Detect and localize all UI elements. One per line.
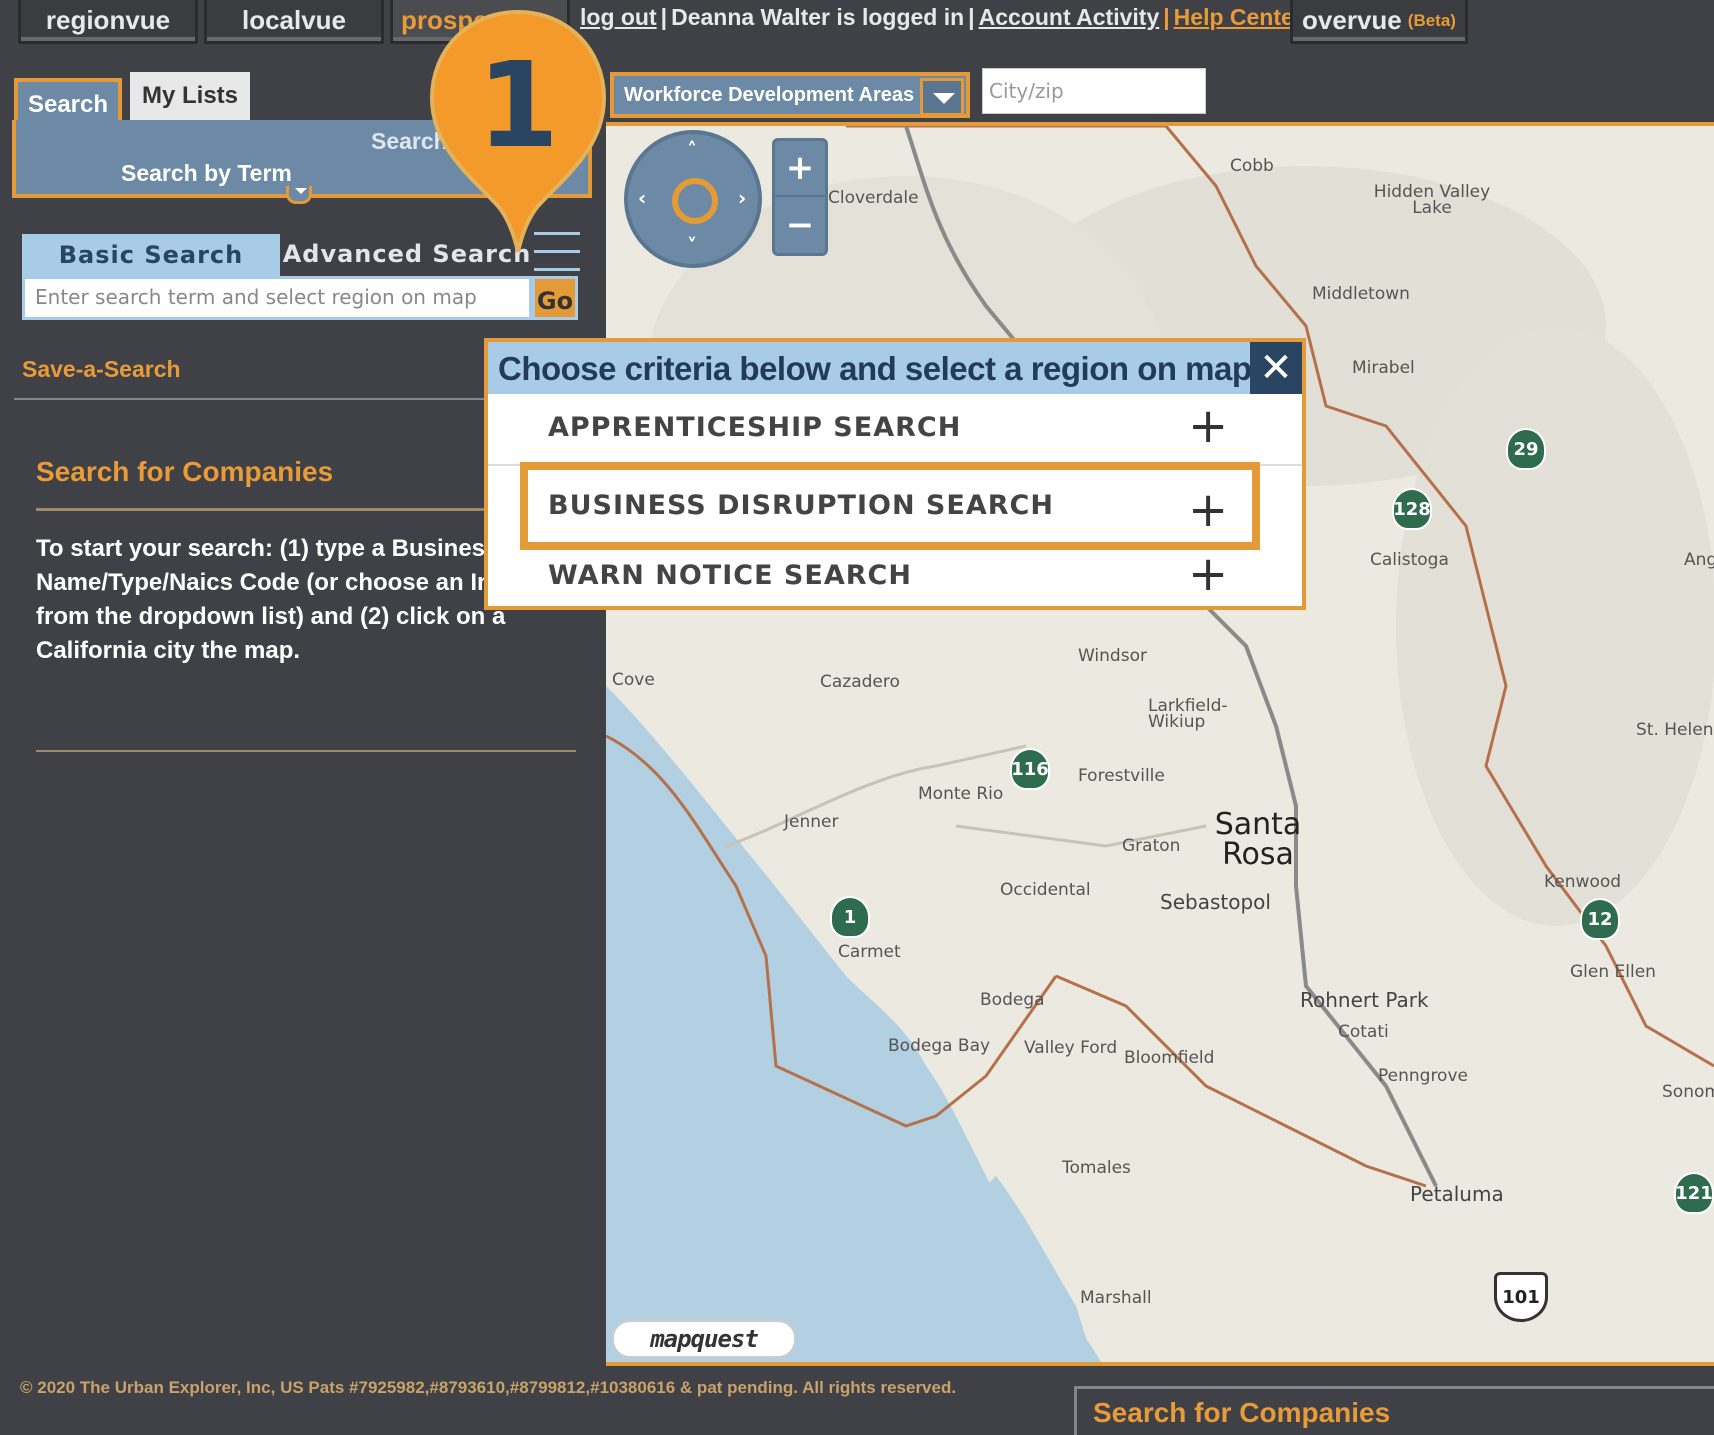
place-label: Petaluma bbox=[1410, 1182, 1504, 1206]
go-button[interactable]: Go bbox=[532, 276, 578, 320]
tab-basic-search[interactable]: Basic Search bbox=[22, 234, 280, 276]
warn-notice-search-row[interactable]: WARN NOTICE SEARCH + bbox=[488, 542, 1302, 614]
save-a-search-link[interactable]: Save-a-Search bbox=[22, 356, 181, 383]
place-label: Bodega bbox=[980, 990, 1045, 1010]
place-label: Mirabel bbox=[1352, 358, 1415, 378]
plus-icon[interactable]: + bbox=[1188, 546, 1228, 602]
mapquest-logo[interactable]: mapquest bbox=[612, 1320, 796, 1358]
place-label: Monte Rio bbox=[918, 784, 1004, 804]
step-marker-icon: 1 bbox=[428, 6, 608, 256]
pan-control[interactable]: ˄ ˅ ‹ › bbox=[624, 130, 762, 268]
place-label: Cotati bbox=[1338, 1022, 1389, 1042]
place-label: Hidden Valley Lake bbox=[1373, 182, 1491, 218]
place-label: Penngrove bbox=[1378, 1066, 1468, 1086]
divider bbox=[14, 398, 484, 400]
overvue-label: overvue bbox=[1302, 5, 1402, 35]
pan-down-icon[interactable]: ˅ bbox=[687, 234, 697, 258]
place-label: Larkfield-Wikiup bbox=[1148, 696, 1228, 732]
criteria-popup: Choose criteria below and select a regio… bbox=[484, 338, 1306, 610]
logged-in-status: Deanna Walter is logged in bbox=[671, 4, 965, 30]
chevron-down-icon[interactable] bbox=[286, 186, 312, 204]
place-label: Jenner bbox=[784, 812, 839, 832]
route-shield: 1 bbox=[830, 896, 870, 938]
pan-up-icon[interactable]: ˄ bbox=[687, 138, 697, 162]
plus-icon[interactable]: + bbox=[1188, 398, 1228, 454]
zoom-in-button[interactable]: + bbox=[775, 141, 825, 197]
copyright-text: © 2020 The Urban Explorer, Inc, US Pats … bbox=[20, 1378, 957, 1397]
route-shield: 29 bbox=[1506, 428, 1546, 470]
region-type-label: Workforce Development Areas bbox=[624, 84, 915, 106]
place-label: St. Helena bbox=[1636, 720, 1714, 740]
pan-left-icon[interactable]: ‹ bbox=[638, 186, 646, 210]
nav-tab-overvue[interactable]: overvue (Beta) bbox=[1290, 0, 1468, 44]
account-activity-link[interactable]: Account Activity bbox=[979, 4, 1160, 30]
chevron-down-icon[interactable] bbox=[920, 78, 964, 116]
place-label: Angwin bbox=[1684, 550, 1714, 570]
route-shield: 12 bbox=[1580, 898, 1620, 940]
beta-badge: (Beta) bbox=[1407, 10, 1456, 30]
business-disruption-search-row[interactable]: BUSINESS DISRUPTION SEARCH + bbox=[520, 462, 1260, 550]
pan-center-icon[interactable] bbox=[672, 178, 718, 224]
place-label: Sonoma bbox=[1662, 1082, 1714, 1102]
route-shield: 121 bbox=[1674, 1172, 1714, 1214]
place-label: Cobb bbox=[1230, 156, 1274, 176]
place-label: Windsor bbox=[1078, 646, 1147, 666]
us-route-shield: 101 bbox=[1494, 1272, 1548, 1322]
search-term-input[interactable]: Enter search term and select region on m… bbox=[22, 276, 532, 320]
map-canvas[interactable]: Cobb Hidden Valley Lake Cloverdale Middl… bbox=[606, 122, 1714, 1366]
place-label: Graton bbox=[1122, 836, 1181, 856]
criteria-label: WARN NOTICE SEARCH bbox=[548, 560, 912, 591]
criteria-label: BUSINESS DISRUPTION SEARCH bbox=[548, 490, 1054, 521]
search-by-term-label[interactable]: Search by Term bbox=[121, 160, 292, 187]
tab-my-lists[interactable]: My Lists bbox=[130, 72, 250, 120]
popup-title: Choose criteria below and select a regio… bbox=[498, 350, 1252, 387]
nav-tab-localvue[interactable]: localvue bbox=[204, 0, 384, 44]
place-label: Calistoga bbox=[1370, 550, 1449, 570]
place-label: Cove bbox=[612, 670, 655, 690]
route-shield: 128 bbox=[1392, 488, 1432, 530]
route-shield: 116 bbox=[1010, 748, 1050, 790]
place-label: Kenwood bbox=[1544, 872, 1622, 892]
close-icon[interactable]: ✕ bbox=[1250, 342, 1302, 394]
place-label: Valley Ford bbox=[1024, 1038, 1118, 1058]
place-label: Glen Ellen bbox=[1570, 962, 1656, 982]
place-label: Forestville bbox=[1078, 766, 1165, 786]
place-label: Middletown bbox=[1312, 284, 1410, 304]
place-label: Bodega Bay bbox=[888, 1036, 991, 1056]
account-links: log out | Deanna Walter is logged in | Accou… bbox=[580, 4, 1303, 30]
place-label: Occidental bbox=[1000, 880, 1091, 900]
criteria-label: APPRENTICESHIP SEARCH bbox=[548, 412, 962, 443]
bottom-companies-title: Search for Companies bbox=[1093, 1397, 1391, 1428]
place-label: Rohnert Park bbox=[1300, 988, 1429, 1012]
map-base-layer bbox=[606, 126, 1714, 1362]
region-type-select[interactable]: Workforce Development Areas bbox=[610, 72, 970, 118]
pan-right-icon[interactable]: › bbox=[738, 186, 746, 210]
top-navigation: regionvue localvue prospe log out | Deanna… bbox=[0, 0, 1714, 46]
place-label: Tomales bbox=[1062, 1158, 1131, 1178]
city-zip-input[interactable]: City/zip bbox=[982, 68, 1206, 114]
step-number: 1 bbox=[476, 36, 560, 174]
plus-icon[interactable]: + bbox=[1188, 482, 1228, 538]
nav-tab-regionvue[interactable]: regionvue bbox=[18, 0, 198, 44]
help-center-link[interactable]: Help Center bbox=[1174, 4, 1303, 30]
bottom-companies-panel: Search for Companies bbox=[1074, 1386, 1714, 1435]
divider bbox=[36, 750, 576, 752]
zoom-control: + − bbox=[772, 138, 828, 256]
place-label: Bloomfield bbox=[1124, 1048, 1215, 1068]
place-label: Cloverdale bbox=[828, 188, 919, 208]
place-label: Cazadero bbox=[820, 672, 900, 692]
apprenticeship-search-row[interactable]: APPRENTICESHIP SEARCH + bbox=[488, 394, 1302, 466]
zoom-out-button[interactable]: − bbox=[775, 197, 825, 253]
companies-section-title: Search for Companies bbox=[36, 456, 334, 487]
city-label-santa-rosa: Santa Rosa bbox=[1214, 807, 1302, 872]
place-label: Marshall bbox=[1080, 1288, 1152, 1308]
popup-header: Choose criteria below and select a regio… bbox=[488, 342, 1302, 394]
place-label: Sebastopol bbox=[1160, 890, 1271, 914]
place-label: Carmet bbox=[838, 942, 901, 962]
